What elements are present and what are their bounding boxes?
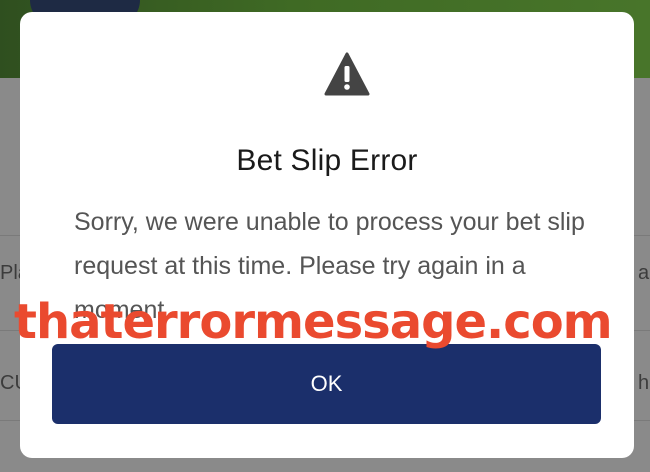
ok-button[interactable]: OK [52,344,601,424]
watermark-text: thaterrormessage.com [14,294,613,350]
error-dialog: Bet Slip Error Sorry, we were unable to … [20,12,634,458]
warning-triangle-icon [324,52,370,96]
background-label: he [638,372,650,394]
background-label: a [638,262,650,284]
dialog-title: Bet Slip Error [236,144,418,177]
